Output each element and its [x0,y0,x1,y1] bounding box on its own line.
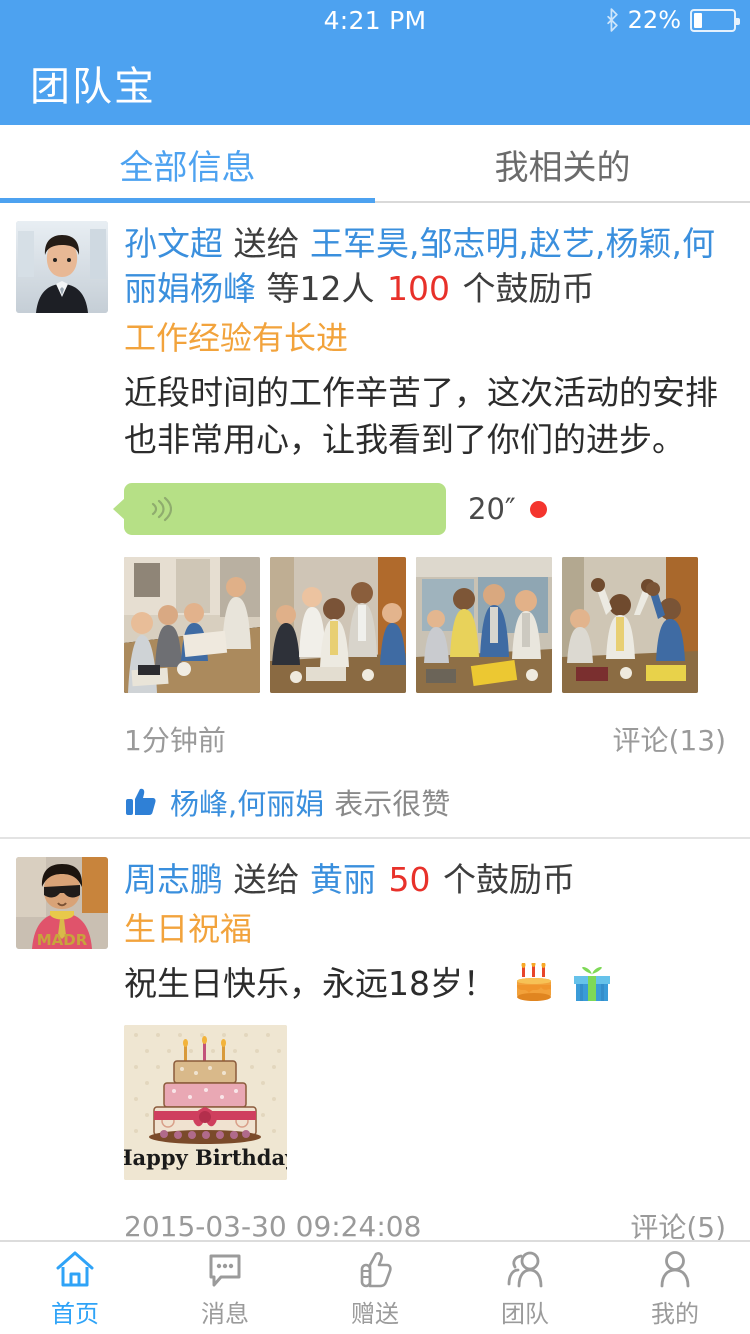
page-title: 团队宝 [30,63,156,110]
post-message: 祝生日快乐，永远18岁！ [124,964,496,1003]
battery-fill [694,12,703,28]
tabbar-label-profile: 我的 [651,1299,699,1328]
sender-name[interactable]: 孙文超 [124,224,223,263]
photo-thumbnail[interactable] [270,557,406,693]
status-indicators: 22% [606,0,740,40]
voice-unread-dot [529,500,547,518]
people-icon [507,1251,543,1287]
svg-text:Happy Birthday: Happy Birthday [124,1145,287,1170]
svg-text:MADR: MADR [37,931,88,949]
home-icon [56,1251,94,1286]
feed-post[interactable]: MADR 周志鹏 送给 黄丽 50 个鼓励币 生日祝福 祝生日快乐，永远18岁！ [0,839,750,1240]
post-meta: 2015-03-30 09:24:08 评论(5) [124,1206,734,1241]
tabbar-item-messages[interactable]: 消息 [150,1242,300,1334]
headline-verb: 送给 [233,224,300,263]
office-meeting-table-photo [124,557,260,693]
feed-list[interactable]: 孙文超 送给 王军昊,邹志明,赵艺,杨颖,何丽娟杨峰 等12人 100 个鼓励币… [0,203,750,1240]
battery-percentage: 22% [627,6,681,34]
coin-amount: 100 [387,269,450,308]
post-timestamp: 1分钟前 [124,724,226,757]
office-group-discussion-photo [416,557,552,693]
office-celebration-photo [562,557,698,693]
tabbar-item-gift[interactable]: 赠送 [300,1242,450,1334]
photo-thumbnail[interactable] [416,557,552,693]
post-message: 近段时间的工作辛苦了，这次活动的安排也非常用心，让我看到了你们的进步。 [124,373,718,459]
tab-strip: 全部信息 我相关的 [0,125,750,203]
photo-grid[interactable] [124,557,734,693]
bluetooth-icon [606,8,618,32]
post-headline: 周志鹏 送给 黄丽 50 个鼓励币 [124,857,734,902]
man-with-sunglasses-photo: MADR [16,857,108,949]
headline-others: 等12人 [266,269,375,308]
man-in-suit-photo [16,221,108,313]
sound-wave-icon [151,496,172,522]
birthday-cake-emoji [516,963,551,1001]
like-tail-text: 表示很赞 [334,787,451,821]
sender-name[interactable]: 周志鹏 [124,860,223,899]
coin-amount: 50 [388,860,431,899]
tabbar-item-profile[interactable]: 我的 [600,1242,750,1334]
post-meta: 1分钟前 评论(13) [124,719,734,759]
comments-link[interactable]: 评论(5) [630,1206,726,1240]
tabbar-label-team: 团队 [501,1299,549,1328]
post-subject: 工作经验有长进 [124,319,349,357]
voice-message-bubble[interactable] [113,483,446,535]
feed-post[interactable]: 孙文超 送给 王军昊,邹志明,赵艺,杨颖,何丽娟杨峰 等12人 100 个鼓励币… [0,203,750,839]
like-names[interactable]: 杨峰,何丽娟 [170,781,324,823]
tab-active-indicator [0,198,375,203]
tabbar-label-messages: 消息 [201,1299,249,1328]
tabbar-label-gift: 赠送 [351,1299,399,1328]
thumbs-up-icon[interactable] [124,785,158,819]
voice-duration: 20″ [468,492,516,526]
happy-birthday-cake-image: Happy Birthday [124,1025,287,1180]
headline-verb: 送给 [233,860,300,899]
tab-all-messages-label: 全部信息 [119,147,256,188]
tabbar-item-home[interactable]: 首页 [0,1242,150,1334]
voice-message-row[interactable]: 20″ [113,483,734,535]
post-image[interactable]: Happy Birthday [124,1025,287,1180]
avatar[interactable] [16,221,108,313]
coin-unit: 个鼓励币 [443,860,575,899]
like-row: 杨峰,何丽娟 表示很赞 [124,781,734,823]
post-timestamp: 2015-03-30 09:24:08 [124,1209,422,1241]
tab-related-to-me-label: 我相关的 [494,147,631,188]
bottom-tab-bar: 首页 消息 赠送 团队 我的 [0,1240,750,1334]
tab-all-messages[interactable]: 全部信息 [0,125,375,203]
comments-link[interactable]: 评论(13) [613,719,726,759]
tabbar-label-home: 首页 [51,1299,99,1328]
app-bar: 团队宝 [0,40,750,125]
office-team-standing-photo [270,557,406,693]
battery-icon [690,8,740,32]
status-time: 4:21 PM [323,5,427,35]
app-root: 4:21 PM 22% 团队宝 全部信息 我相关的 孙文超 送给 王军昊,邹志明… [0,0,750,1334]
post-message-row: 祝生日快乐，永远18岁！ [124,960,734,1007]
photo-thumbnail[interactable] [562,557,698,693]
person-icon [660,1250,690,1287]
tab-related-to-me[interactable]: 我相关的 [375,125,750,203]
photo-thumbnail[interactable] [124,557,260,693]
thumbs-up-outline-icon [360,1251,392,1287]
coin-unit: 个鼓励币 [462,269,595,308]
avatar[interactable]: MADR [16,857,108,949]
post-headline: 孙文超 送给 王军昊,邹志明,赵艺,杨颖,何丽娟杨峰 等12人 100 个鼓励币 [124,221,734,311]
post-subject: 生日祝福 [124,910,253,948]
recipient-names[interactable]: 黄丽 [310,860,376,899]
status-bar: 4:21 PM 22% [0,0,750,40]
tabbar-item-team[interactable]: 团队 [450,1242,600,1334]
gift-box-emoji [574,967,610,1001]
chat-bubble-icon [209,1254,241,1286]
